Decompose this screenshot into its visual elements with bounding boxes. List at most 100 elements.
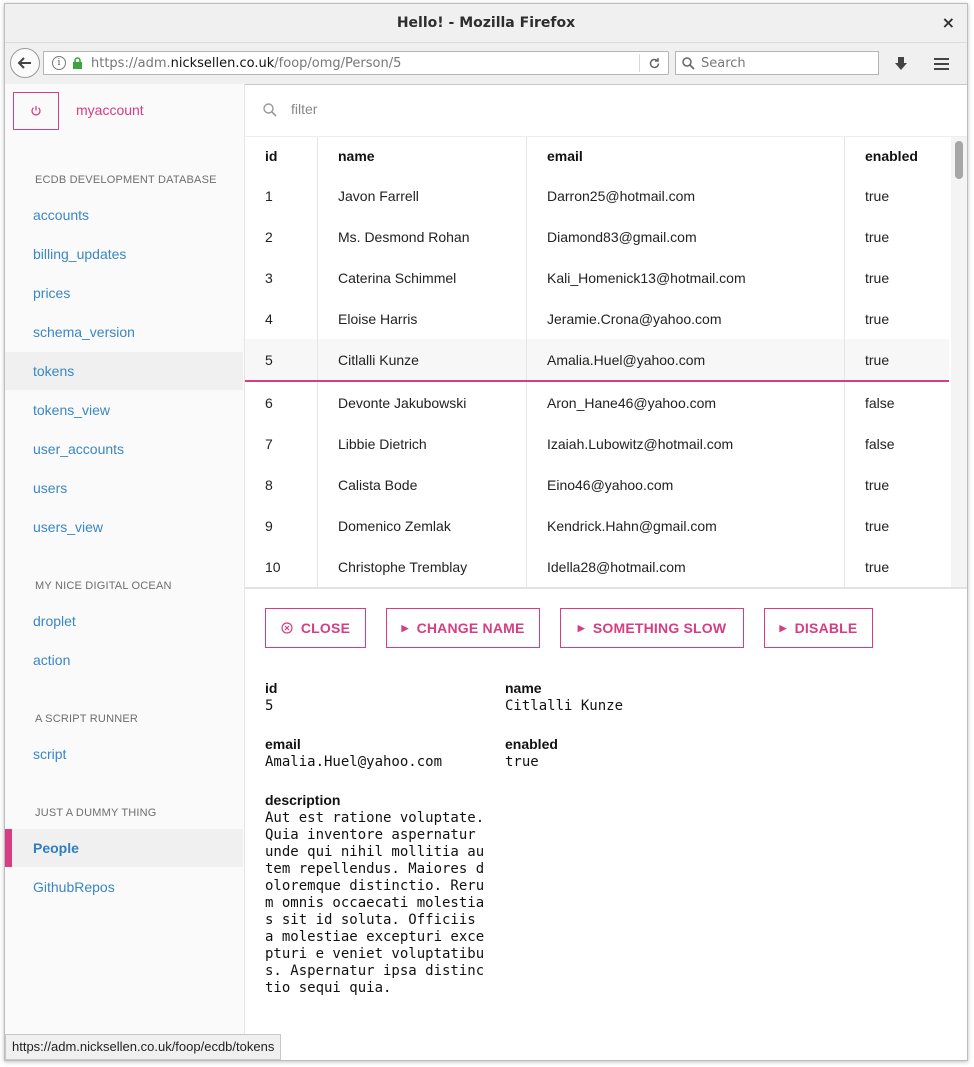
table-row[interactable]: 3 Caterina Schimmel Kali_Homenick13@hotmai… bbox=[245, 257, 949, 298]
close-window-icon[interactable]: × bbox=[942, 4, 955, 42]
title-bar: Hello! - Mozilla Firefox × bbox=[5, 4, 967, 43]
change-name-label: CHANGE NAME bbox=[416, 620, 525, 636]
cell-enabled: true bbox=[865, 310, 890, 327]
section-title: A SCRIPT RUNNER bbox=[35, 713, 139, 725]
table-row[interactable]: 4 Eloise Harris Jeramie.Crona@yahoo.com tru… bbox=[245, 298, 949, 339]
cell-name: Citlalli Kunze bbox=[317, 339, 527, 382]
sidebar-item-schema-version[interactable]: schema_version bbox=[5, 313, 243, 351]
detail-description-value: Aut est ratione voluptate. Quia inventor… bbox=[265, 810, 485, 996]
cell-name: Eloise Harris bbox=[317, 298, 527, 339]
lock-icon[interactable] bbox=[72, 56, 83, 70]
detail-enabled-label: enabled bbox=[505, 736, 558, 752]
close-button-label: CLOSE bbox=[300, 620, 351, 636]
sidebar-item-action[interactable]: action bbox=[5, 641, 243, 679]
play-icon: ▶ bbox=[577, 622, 585, 633]
sidebar-item-tokens[interactable]: tokens bbox=[5, 352, 243, 390]
cell-name: Javon Farrell bbox=[317, 175, 527, 216]
info-icon[interactable]: i bbox=[52, 56, 66, 70]
table-row[interactable]: 10 Christophe Tremblay Idella28@hotmail.co… bbox=[245, 546, 949, 587]
detail-id-label: id bbox=[265, 680, 278, 696]
section-title: MY NICE DIGITAL OCEAN bbox=[35, 580, 172, 592]
table-row[interactable]: 9 Domenico Zemlak Kendrick.Hahn@gmail.com t… bbox=[245, 505, 949, 546]
table-row[interactable]: 6 Devonte Jakubowski Aron_Hane46@yahoo.com… bbox=[245, 381, 949, 423]
column-header-enabled[interactable]: enabled bbox=[845, 137, 950, 175]
sidebar-item-people[interactable]: People bbox=[5, 829, 243, 867]
column-header-id[interactable]: id bbox=[245, 137, 318, 175]
cell-email: Darron25@hotmail.com bbox=[526, 175, 845, 216]
cell-id: 10 bbox=[245, 546, 318, 587]
cell-email: Izaiah.Lubowitz@hotmail.com bbox=[526, 423, 845, 464]
cell-enabled: true bbox=[865, 476, 890, 493]
sidebar-item-script[interactable]: script bbox=[5, 735, 243, 773]
hamburger-menu-icon[interactable] bbox=[929, 53, 953, 75]
cell-id: 2 bbox=[245, 216, 318, 257]
sidebar-item-users-view[interactable]: users_view bbox=[5, 508, 243, 546]
sidebar-item-tokens-view[interactable]: tokens_view bbox=[5, 391, 243, 429]
cell-id: 8 bbox=[245, 464, 318, 505]
play-icon: ▶ bbox=[779, 622, 787, 633]
detail-email-value: Amalia.Huel@yahoo.com bbox=[265, 754, 443, 770]
sidebar-item-prices[interactable]: prices bbox=[5, 274, 243, 312]
sidebar-item-githubrepos[interactable]: GithubRepos bbox=[5, 868, 243, 906]
table-row[interactable]: 1 Javon Farrell Darron25@hotmail.com true bbox=[245, 175, 949, 216]
cell-name: Caterina Schimmel bbox=[317, 257, 527, 298]
column-header-name[interactable]: name bbox=[317, 137, 527, 175]
url-text[interactable]: https://adm.nicksellen.co.uk/foop/omg/Pe… bbox=[91, 56, 639, 71]
account-link[interactable]: myaccount bbox=[76, 102, 144, 118]
cell-email: Idella28@hotmail.com bbox=[526, 546, 845, 587]
search-icon bbox=[263, 103, 277, 117]
cell-enabled: false bbox=[865, 394, 895, 411]
cell-email: Kali_Homenick13@hotmail.com bbox=[526, 257, 845, 298]
cell-id: 9 bbox=[245, 505, 318, 546]
cell-email: Diamond83@gmail.com bbox=[526, 216, 845, 257]
sidebar-item-users[interactable]: users bbox=[5, 469, 243, 507]
sidebar-item-user-accounts[interactable]: user_accounts bbox=[5, 430, 243, 468]
download-arrow-icon bbox=[895, 57, 907, 70]
cell-id: 7 bbox=[245, 423, 318, 464]
detail-name-label: name bbox=[505, 680, 542, 696]
sidebar-item-billing-updates[interactable]: billing_updates bbox=[5, 235, 243, 273]
close-button[interactable]: CLOSE bbox=[265, 608, 366, 648]
disable-button[interactable]: ▶ DISABLE bbox=[764, 608, 873, 648]
power-icon bbox=[31, 106, 41, 116]
cell-email: Amalia.Huel@yahoo.com bbox=[526, 339, 845, 382]
filter-input[interactable] bbox=[289, 100, 693, 118]
search-icon bbox=[682, 56, 695, 70]
cell-name: Libbie Dietrich bbox=[317, 423, 527, 464]
table-row[interactable]: 5 Citlalli Kunze Amalia.Huel@yahoo.com true bbox=[245, 339, 949, 382]
back-arrow-icon bbox=[17, 57, 31, 69]
url-bar[interactable]: i https://adm.nicksellen.co.uk/foop/omg/… bbox=[43, 51, 669, 75]
cell-id: 1 bbox=[245, 175, 318, 216]
cell-email: Kendrick.Hahn@gmail.com bbox=[526, 505, 845, 546]
something-slow-button[interactable]: ▶ SOMETHING SLOW bbox=[560, 608, 744, 648]
sidebar-item-droplet[interactable]: droplet bbox=[5, 602, 243, 640]
scrollbar-thumb[interactable] bbox=[955, 141, 963, 179]
something-slow-label: SOMETHING SLOW bbox=[592, 620, 727, 636]
close-circle-icon bbox=[281, 622, 293, 634]
cell-enabled: true bbox=[865, 269, 890, 286]
browser-search-field[interactable]: Search bbox=[675, 51, 879, 75]
disable-label: DISABLE bbox=[794, 620, 858, 636]
column-header-email[interactable]: email bbox=[526, 137, 845, 175]
detail-id-value: 5 bbox=[265, 698, 274, 714]
reload-icon[interactable] bbox=[640, 57, 668, 70]
detail-email-label: email bbox=[265, 736, 301, 752]
nav-bar: i https://adm.nicksellen.co.uk/foop/omg/… bbox=[5, 43, 967, 85]
cell-name: Calista Bode bbox=[317, 464, 527, 505]
detail-description-label: description bbox=[265, 792, 341, 808]
cell-id: 5 bbox=[245, 339, 318, 382]
change-name-button[interactable]: ▶ CHANGE NAME bbox=[386, 608, 540, 648]
table-row[interactable]: 7 Libbie Dietrich Izaiah.Lubowitz@hotmail.… bbox=[245, 423, 949, 464]
cell-enabled: true bbox=[865, 517, 890, 534]
sidebar: myaccount ECDB DEVELOPMENT DATABASE acco… bbox=[5, 84, 245, 1060]
cell-name: Christophe Tremblay bbox=[317, 546, 527, 587]
cell-name: Domenico Zemlak bbox=[317, 505, 527, 546]
table-row[interactable]: 8 Calista Bode Eino46@yahoo.com true bbox=[245, 464, 949, 505]
sidebar-item-accounts[interactable]: accounts bbox=[5, 196, 243, 234]
table-row[interactable]: 2 Ms. Desmond Rohan Diamond83@gmail.com tru… bbox=[245, 216, 949, 257]
download-button[interactable] bbox=[889, 53, 913, 75]
search-placeholder: Search bbox=[701, 55, 746, 71]
table-scrollbar[interactable] bbox=[951, 137, 967, 587]
back-button[interactable] bbox=[10, 48, 40, 78]
power-button[interactable] bbox=[13, 92, 59, 130]
